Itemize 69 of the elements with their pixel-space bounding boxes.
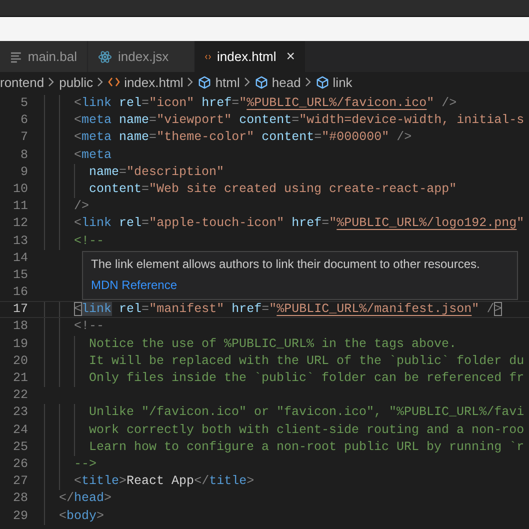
line-number: 27	[12, 473, 29, 490]
line-number: 8	[19, 146, 29, 164]
breadcrumb-item[interactable]: public	[59, 74, 94, 90]
code-comment: Unlike "/favicon.ico" or "favicon.ico", "%PUBLIC_URL%/favi	[89, 404, 524, 422]
line-number: 9	[19, 164, 29, 181]
code-line: <!--	[74, 318, 104, 336]
chevron-icon	[187, 77, 194, 87]
line-number: 20	[12, 352, 29, 370]
line-number: 12	[12, 215, 29, 232]
code-comment: Only files inside the `public` folder can be referenced fr	[89, 370, 524, 387]
close-icon[interactable]: ×	[286, 48, 295, 65]
line-number: 25	[12, 438, 29, 456]
code-comment: Notice the use of %PUBLIC_URL% in the tags above.	[89, 336, 457, 353]
line-number: 21	[12, 370, 29, 387]
editor-tab[interactable]: index.jsx	[88, 41, 195, 72]
lines-icon	[10, 50, 22, 62]
line-number: 23	[12, 404, 29, 422]
cube-icon	[254, 76, 268, 88]
line-number: 15	[12, 266, 29, 284]
line-number: 10	[12, 180, 29, 198]
editor-tab[interactable]: index.html ×	[195, 41, 306, 72]
code-line: />	[74, 198, 90, 216]
code-line: <body>	[59, 508, 104, 524]
cube-icon	[316, 76, 329, 88]
line-number: 28	[12, 490, 29, 508]
breadcrumb-item[interactable]: link	[332, 74, 352, 90]
code-comment: <!--	[74, 232, 104, 250]
line-number: 7	[19, 129, 29, 146]
line-number: 17	[12, 302, 29, 318]
editor-tab[interactable]: main.bal	[0, 41, 88, 72]
code-line: </head>	[59, 490, 112, 508]
atom-icon	[98, 50, 112, 64]
line-number: 11	[12, 198, 29, 216]
mdn-reference-link[interactable]: MDN Reference	[91, 278, 178, 293]
code-icon	[108, 77, 120, 87]
chevron-icon	[97, 77, 104, 87]
code-line: <meta name="viewport" content="width=device-width, initial-s	[74, 112, 524, 130]
chevron-icon	[48, 77, 56, 87]
line-number: 5	[19, 95, 29, 112]
breadcrumb-item[interactable]: head	[272, 74, 301, 90]
tooltip-text: The link element allows authors to link their document to other resources.	[91, 257, 480, 272]
line-number: 14	[12, 250, 29, 267]
line-number: 19	[12, 336, 29, 353]
code-line: name="description"	[89, 164, 224, 181]
breadcrumb-item[interactable]: index.html	[124, 74, 184, 90]
line-number: 29	[12, 508, 29, 524]
line-number: 22	[12, 387, 29, 404]
code-line: content="Web site created using create-react-app"	[89, 180, 457, 198]
line-number: 6	[19, 112, 29, 130]
code-comment: It will be replaced with the URL of the `public` folder du	[89, 352, 524, 370]
line-number: 16	[12, 284, 29, 302]
code-line: <link rel="apple-touch-icon" href="%PUBLIC_URL%/logo192.png"	[74, 215, 524, 232]
breadcrumb-item[interactable]: html	[215, 74, 240, 90]
line-number: 18	[12, 318, 29, 336]
code-line: <link rel="manifest" href="%PUBLIC_URL%/manifest.json" />	[74, 302, 502, 318]
line-number: 13	[12, 232, 29, 250]
line-number: 26	[12, 456, 29, 473]
chevron-icon	[304, 77, 312, 87]
code-line: <title>React App</title>	[74, 473, 254, 490]
code-comment: -->	[74, 456, 97, 473]
code-comment: work correctly both with client-side routing and a non-roo	[89, 422, 524, 439]
chevron-icon	[244, 77, 251, 87]
code-comment: Learn how to configure a non-root public URL by running `r	[89, 438, 524, 456]
breadcrumb-item[interactable]: rontend	[0, 74, 44, 90]
code-line: <meta	[74, 146, 112, 164]
code-line: <meta name="theme-color" content="#000000" />	[74, 129, 412, 146]
line-number: 24	[12, 422, 29, 439]
code-line: <link rel="icon" href="%PUBLIC_URL%/favicon.ico" />	[74, 95, 457, 112]
cube-icon	[198, 76, 212, 88]
